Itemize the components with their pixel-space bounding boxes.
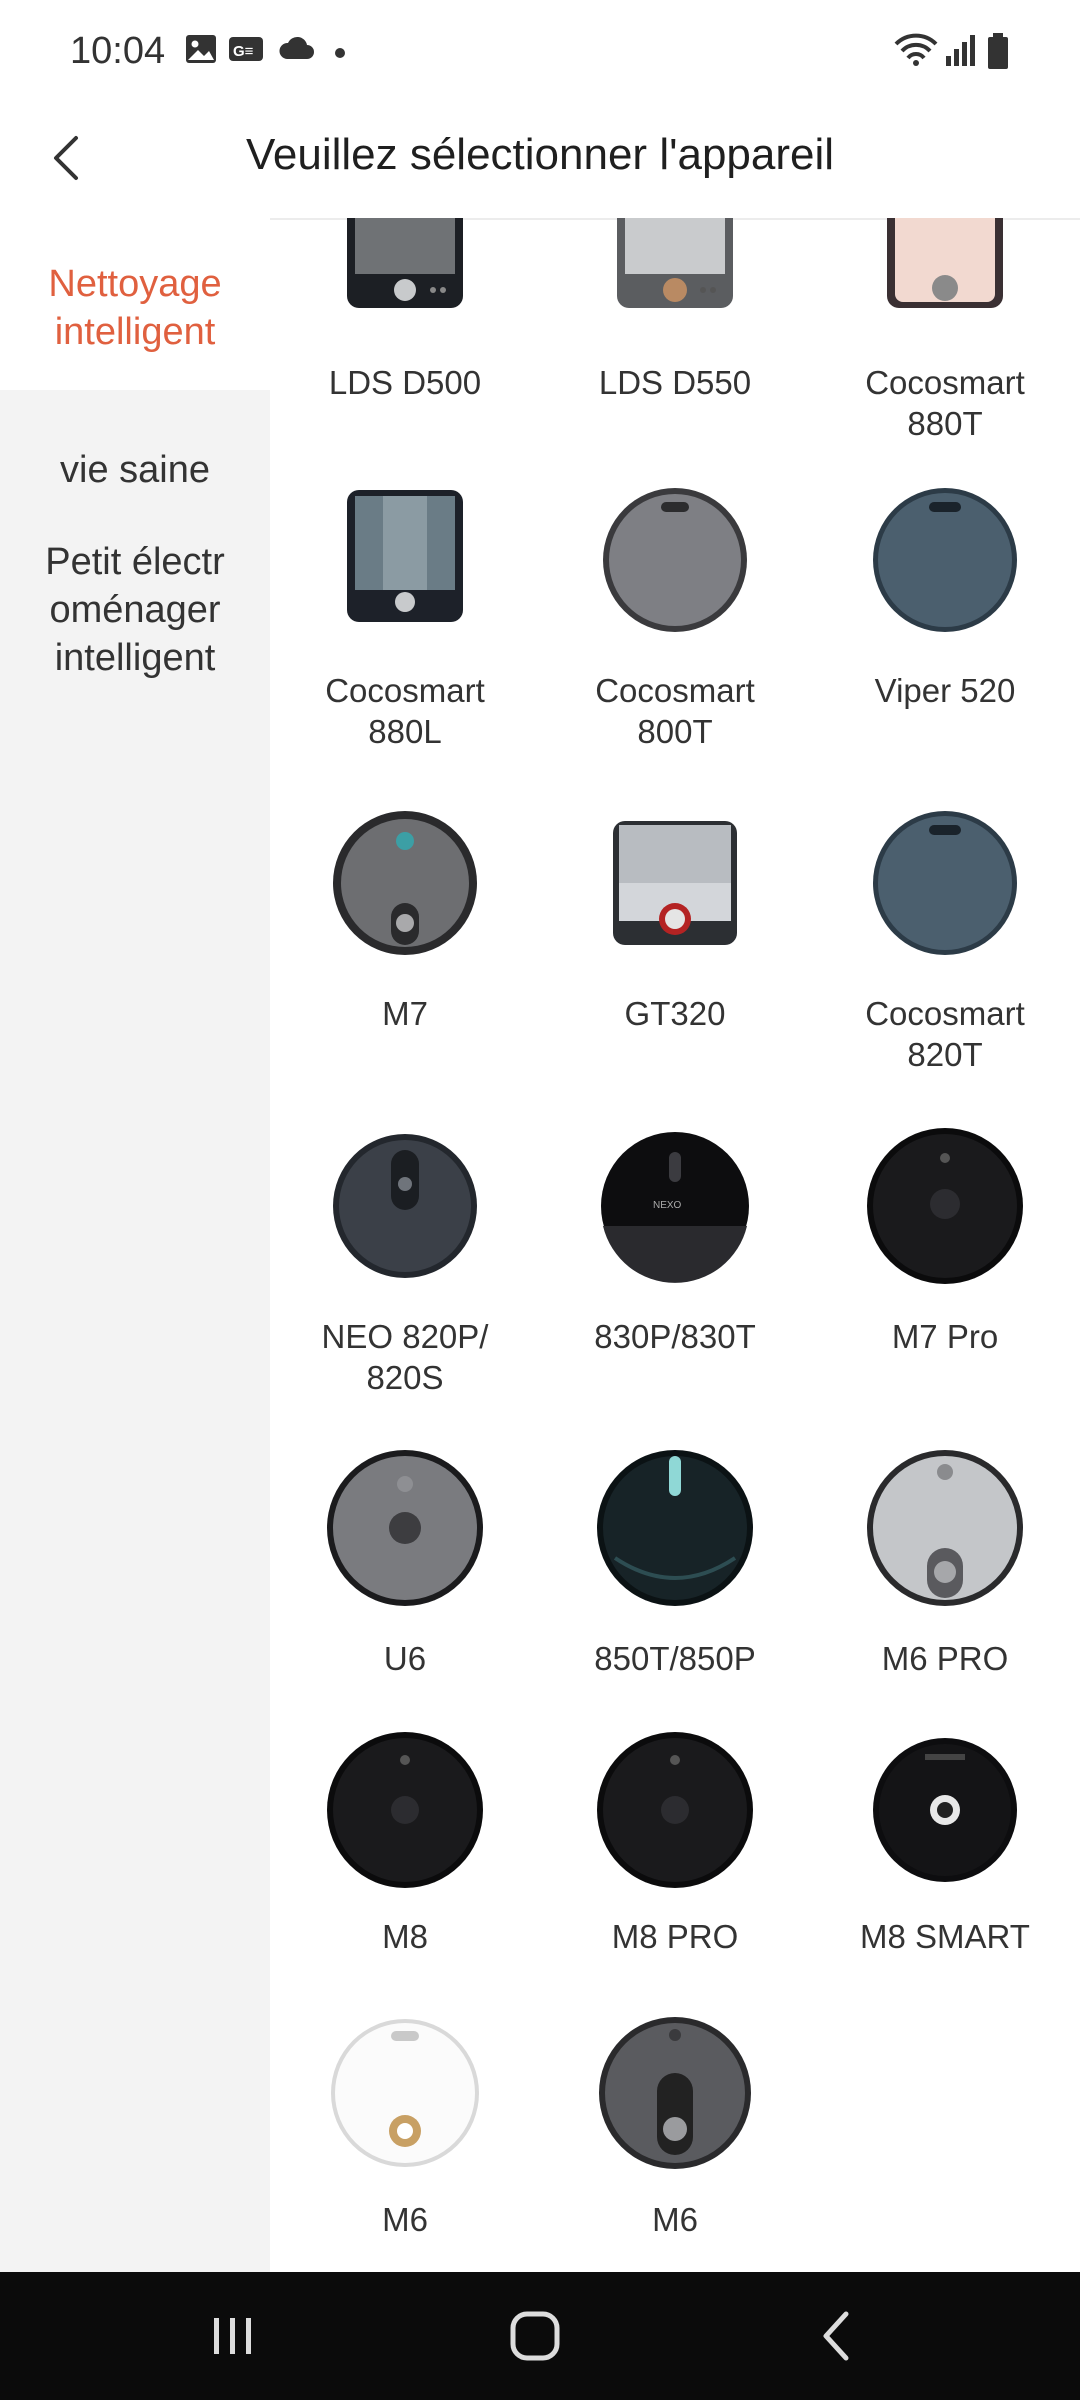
recent-apps-button[interactable] <box>198 2306 268 2366</box>
recent-apps-icon <box>214 2318 251 2354</box>
device-item[interactable]: NEXO 830P/830T <box>540 1126 810 1357</box>
robot-vacuum-icon <box>325 1126 485 1286</box>
robot-vacuum-icon <box>325 1730 485 1890</box>
device-item[interactable]: Cocosmart 880L <box>270 480 540 752</box>
device-name: M6 <box>382 2201 428 2238</box>
device-name: LDS D500 <box>328 364 482 401</box>
device-item[interactable]: M8 PRO <box>540 1730 810 1957</box>
category-smart-cleaning[interactable]: Nettoyage intelligent <box>0 218 270 390</box>
device-item[interactable]: LDS D500 <box>270 218 540 403</box>
robot-vacuum-icon <box>595 1448 755 1608</box>
device-item[interactable]: Cocosmart 820T <box>810 803 1080 1075</box>
page-title: Veuillez sélectionner l'appareil <box>245 130 835 179</box>
robot-vacuum-icon: NEXO <box>595 1126 755 1286</box>
device-item[interactable]: NEO 820P/ 820S <box>270 1126 540 1398</box>
device-item[interactable]: M6 PRO <box>810 1448 1080 1679</box>
category-healthy-living[interactable]: vie saine <box>0 390 270 514</box>
device-name: Cocosmart 880L <box>325 672 485 750</box>
device-item[interactable]: U6 <box>270 1448 540 1679</box>
robot-vacuum-icon <box>325 803 485 963</box>
device-name: LDS D550 <box>598 364 752 401</box>
robot-vacuum-icon <box>865 803 1025 963</box>
device-item[interactable]: M8 SMART <box>810 1730 1080 1957</box>
device-item[interactable]: M8 <box>270 1730 540 1957</box>
device-name: Cocosmart 800T <box>595 672 755 750</box>
device-name: 830P/830T <box>594 1318 756 1355</box>
device-name: NEO 820P/ 820S <box>321 1318 489 1396</box>
dot-icon <box>334 46 346 64</box>
device-name: U6 <box>383 1640 427 1677</box>
signal-icon <box>944 32 978 73</box>
device-item[interactable]: M7 Pro <box>810 1126 1080 1357</box>
battery-icon <box>986 32 1010 75</box>
device-name: Viper 520 <box>874 672 1016 709</box>
image-icon <box>184 32 218 71</box>
device-name: M8 PRO <box>611 1918 739 1955</box>
home-button[interactable] <box>500 2306 570 2366</box>
device-name: M8 <box>382 1918 428 1955</box>
device-name: M6 <box>652 2201 698 2238</box>
news-icon: G≡ <box>228 32 264 71</box>
svg-text:G≡: G≡ <box>233 43 254 60</box>
robot-vacuum-icon <box>865 1448 1025 1608</box>
device-item[interactable]: M6 <box>540 2013 810 2240</box>
device-item[interactable]: 850T/850P <box>540 1448 810 1679</box>
robot-vacuum-icon <box>325 1448 485 1608</box>
robot-station-icon <box>595 803 755 963</box>
device-name: 850T/850P <box>594 1640 756 1677</box>
robot-vacuum-icon <box>325 2013 485 2173</box>
app-header: Veuillez sélectionner l'appareil <box>0 100 1080 220</box>
home-icon <box>510 2311 560 2361</box>
category-sidebar: Nettoyage intelligent vie saine Petit él… <box>0 218 270 2272</box>
device-name: M7 Pro <box>891 1318 999 1355</box>
device-item[interactable]: M6 <box>270 2013 540 2240</box>
device-name: M8 SMART <box>860 1918 1030 1955</box>
system-back-button[interactable] <box>804 2306 874 2366</box>
device-name: M7 <box>382 995 428 1032</box>
wifi-icon <box>894 32 938 73</box>
robot-vacuum-icon <box>595 480 755 640</box>
robot-vacuum-icon <box>865 1730 1025 1890</box>
robot-vacuum-icon <box>865 480 1025 640</box>
device-item[interactable]: Viper 520 <box>810 480 1080 711</box>
robot-vacuum-icon <box>865 1126 1025 1286</box>
robot-station-icon <box>595 218 755 326</box>
status-bar: 10:04 G≡ <box>0 0 1080 100</box>
robot-station-icon <box>325 218 485 326</box>
device-item[interactable]: Cocosmart 800T <box>540 480 810 752</box>
system-nav-bar <box>0 2272 1080 2400</box>
device-grid: LDS D500 LDS D550 Cocosmart 880T Cocosma… <box>270 218 1080 2272</box>
robot-vacuum-icon <box>595 1730 755 1890</box>
cloud-icon <box>278 32 316 71</box>
device-name: Cocosmart 820T <box>865 995 1025 1073</box>
robot-station-icon <box>325 480 485 640</box>
device-name: GT320 <box>624 995 726 1032</box>
robot-vacuum-icon <box>595 2013 755 2173</box>
device-item[interactable]: LDS D550 <box>540 218 810 403</box>
device-item[interactable]: M7 <box>270 803 540 1034</box>
device-name: Cocosmart 880T <box>865 364 1025 442</box>
device-item[interactable]: GT320 <box>540 803 810 1034</box>
category-small-appliances[interactable]: Petit électr oménager intelligent <box>0 514 270 702</box>
device-name: M6 PRO <box>881 1640 1009 1677</box>
status-time: 10:04 <box>70 30 166 72</box>
svg-text:NEXO: NEXO <box>653 1200 682 1211</box>
robot-station-icon <box>865 218 1025 326</box>
device-item[interactable]: Cocosmart 880T <box>810 218 1080 444</box>
back-icon <box>823 2311 849 2361</box>
